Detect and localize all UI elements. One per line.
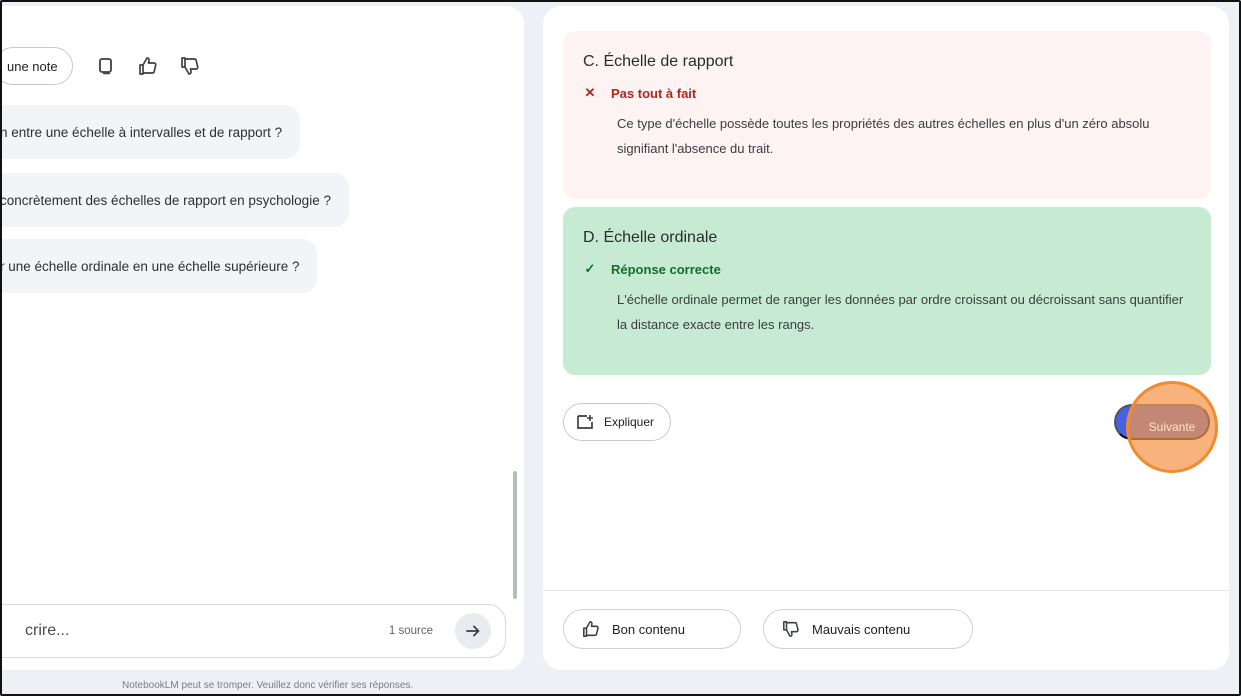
suggested-question[interactable]: n entre une échelle à intervalles et de … <box>0 105 301 159</box>
save-note-button[interactable]: une note <box>0 47 73 85</box>
send-button[interactable] <box>455 613 491 649</box>
verdict-label: Pas tout à fait <box>611 85 697 101</box>
option-title: D. Échelle ordinale <box>583 229 718 246</box>
correct-verdict: ✓ Réponse correcte <box>583 261 1191 277</box>
quiz-panel: C. Échelle de rapport ✕ Pas tout à fait … <box>543 6 1229 670</box>
next-label: Suivante <box>1148 420 1196 434</box>
good-content-label: Bon contenu <box>612 621 686 637</box>
check-icon: ✓ <box>584 261 596 276</box>
scrollbar[interactable] <box>513 471 517 599</box>
option-explanation: L'échelle ordinale permet de ranger les … <box>617 292 1184 332</box>
bad-content-label: Mauvais contenu <box>812 621 911 637</box>
good-content-button[interactable]: Bon contenu <box>563 609 741 649</box>
arrow-right-icon <box>466 625 480 637</box>
explain-icon <box>577 415 593 429</box>
click-highlight[interactable]: Suivante <box>1126 381 1218 473</box>
thumbs-down-icon <box>783 621 799 637</box>
chat-input-bar: crire... 1 source <box>0 604 506 658</box>
divider <box>543 590 1229 591</box>
bad-content-button[interactable]: Mauvais contenu <box>763 609 973 649</box>
close-icon: ✕ <box>584 85 596 100</box>
disclaimer: NotebookLM peut se tromper. Veuillez don… <box>122 680 414 691</box>
incorrect-verdict: ✕ Pas tout à fait <box>583 85 1191 101</box>
thumbs-up-icon[interactable] <box>137 55 159 77</box>
chat-panel: une note n entre une échelle à intervall… <box>0 6 524 670</box>
copy-icon[interactable] <box>95 55 117 77</box>
explain-button[interactable]: Expliquer <box>563 403 672 441</box>
suggested-question[interactable]: r une échelle ordinale en une échelle su… <box>0 239 318 293</box>
verdict-label: Réponse correcte <box>611 261 721 277</box>
answer-option-c[interactable]: C. Échelle de rapport ✕ Pas tout à fait … <box>563 31 1211 199</box>
suggested-question[interactable]: concrètement des échelles de rapport en … <box>0 173 349 227</box>
answer-option-d[interactable]: D. Échelle ordinale ✓ Réponse correcte L… <box>563 207 1211 375</box>
option-explanation: Ce type d'échelle possède toutes les pro… <box>617 116 1150 156</box>
message-actions: une note <box>0 46 201 86</box>
thumbs-down-icon[interactable] <box>179 55 201 77</box>
chat-input[interactable]: crire... <box>25 622 389 640</box>
option-title: C. Échelle de rapport <box>583 53 734 70</box>
source-count: 1 source <box>388 625 433 637</box>
thumbs-up-icon <box>583 621 599 637</box>
explain-label: Expliquer <box>604 415 655 429</box>
